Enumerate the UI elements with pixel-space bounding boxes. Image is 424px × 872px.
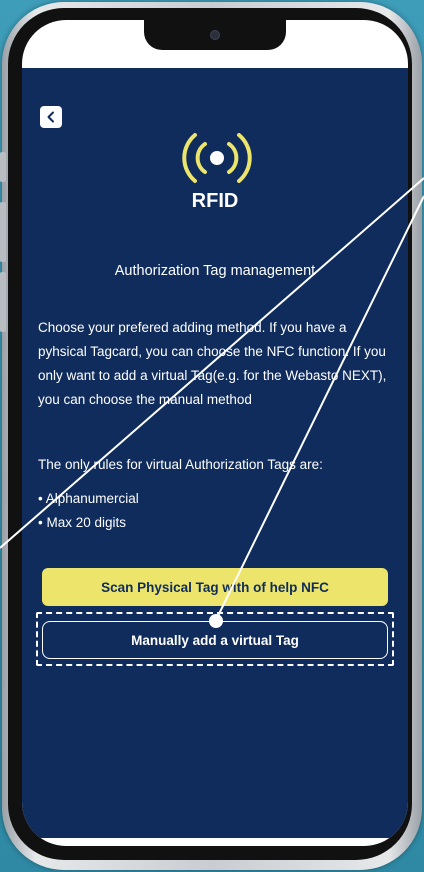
instruction-text: Choose your prefered adding method. If y… [38,320,387,407]
app-view: RFID Authorization Tag management Choose… [22,68,408,838]
rules-intro: The only rules for virtual Authorization… [38,457,323,472]
manual-add-button[interactable]: Manually add a virtual Tag [42,621,388,659]
phone-side-button [0,152,6,182]
scan-nfc-button[interactable]: Scan Physical Tag with of help NFC [42,568,388,606]
chevron-left-icon [47,111,54,123]
camera-icon [210,30,220,40]
notch [144,20,286,50]
page-title: Authorization Tag management [114,263,316,279]
phone-side-button [0,272,6,332]
rules-block: The only rules for virtual Authorization… [38,453,398,535]
phone-screen: RFID Authorization Tag management Choose… [22,20,408,846]
rule-item: • Max 20 digits [38,515,127,530]
back-button[interactable] [40,106,62,128]
rfid-signal-icon [182,133,252,183]
rule-item: • Alphanumercial [38,491,139,506]
rfid-label: RFID [191,190,239,212]
phone-side-button [0,202,6,262]
